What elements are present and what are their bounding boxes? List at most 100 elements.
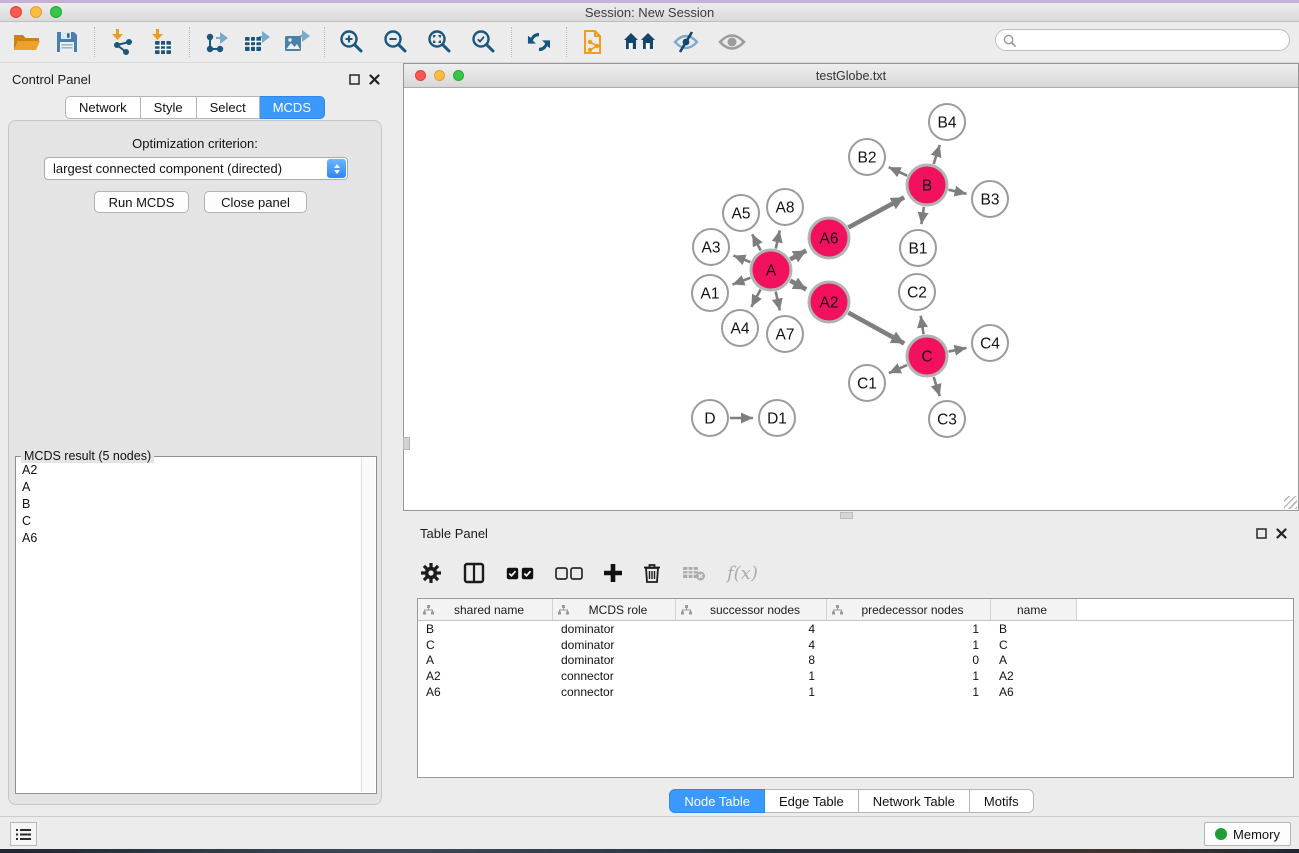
table-cell[interactable]: dominator <box>553 622 676 636</box>
table-cell[interactable]: connector <box>553 669 676 683</box>
table-cell[interactable]: dominator <box>553 638 676 652</box>
column-header-shared-name[interactable]: shared name <box>418 599 553 620</box>
tab-network-table[interactable]: Network Table <box>859 789 970 813</box>
table-cell[interactable]: B <box>418 622 553 636</box>
graph-edge-C-C1[interactable] <box>889 365 907 373</box>
task-history-button[interactable] <box>10 822 37 846</box>
graph-edge-B-B1[interactable] <box>921 207 923 224</box>
zoom-fit-button[interactable] <box>423 26 457 58</box>
graph-node-A1[interactable]: A1 <box>692 275 728 311</box>
mcds-result-item[interactable]: A2 <box>16 461 360 478</box>
resize-grip[interactable] <box>1284 496 1297 509</box>
graph-node-B4[interactable]: B4 <box>929 104 965 140</box>
table-cell[interactable]: 1 <box>827 669 991 683</box>
select-all-button[interactable] <box>506 567 534 580</box>
save-session-button[interactable] <box>50 26 84 58</box>
add-row-button[interactable] <box>604 564 622 582</box>
table-cell[interactable]: 4 <box>676 622 827 636</box>
open-session-button[interactable] <box>10 26 44 58</box>
table-cell[interactable]: A6 <box>418 685 553 699</box>
table-row[interactable]: A6connector11A6 <box>418 684 1293 700</box>
search-input[interactable] <box>995 29 1290 51</box>
table-cell[interactable]: 1 <box>827 622 991 636</box>
column-header-successor-nodes[interactable]: successor nodes <box>676 599 827 620</box>
graph-node-C2[interactable]: C2 <box>899 274 935 310</box>
graph-edge-A-A6[interactable] <box>790 251 806 260</box>
table-cell[interactable]: A <box>991 653 1077 667</box>
table-cell[interactable]: C <box>991 638 1077 652</box>
tab-style[interactable]: Style <box>141 96 197 119</box>
mcds-result-item[interactable]: C <box>16 512 360 529</box>
table-cell[interactable]: 0 <box>827 653 991 667</box>
memory-button[interactable]: Memory <box>1204 822 1291 846</box>
refresh-button[interactable] <box>522 26 556 58</box>
graph-edge-A2-C[interactable] <box>848 313 904 344</box>
close-window-button[interactable] <box>10 6 22 18</box>
column-header-predecessor-nodes[interactable]: predecessor nodes <box>827 599 991 620</box>
table-cell[interactable]: 8 <box>676 653 827 667</box>
export-table-button[interactable] <box>240 26 274 58</box>
graph-edge-B-B2[interactable] <box>889 167 907 176</box>
close-panel-icon[interactable] <box>1276 528 1287 539</box>
table-cell[interactable]: A <box>418 653 553 667</box>
table-row[interactable]: A2connector11A2 <box>418 668 1293 684</box>
table-row[interactable]: Adominator80A <box>418 652 1293 668</box>
table-cell[interactable]: A2 <box>418 669 553 683</box>
splitter-handle-left[interactable] <box>403 437 410 450</box>
deselect-all-button[interactable] <box>555 567 583 580</box>
zoom-network-button[interactable] <box>453 70 464 81</box>
scrollbar-track[interactable] <box>361 458 375 792</box>
tab-network[interactable]: Network <box>65 96 141 119</box>
float-panel-icon[interactable] <box>349 74 360 85</box>
table-cell[interactable]: C <box>418 638 553 652</box>
mcds-result-item[interactable]: A6 <box>16 529 360 546</box>
home-button[interactable] <box>623 26 657 58</box>
graph-node-B[interactable]: B <box>907 165 947 205</box>
graph-edge-B-B3[interactable] <box>948 190 966 194</box>
show-graphics-details-button[interactable] <box>715 26 749 58</box>
column-header-name[interactable]: name <box>991 599 1077 620</box>
close-panel-icon[interactable] <box>369 74 380 85</box>
mcds-result-item[interactable]: B <box>16 495 360 512</box>
table-cell[interactable]: connector <box>553 685 676 699</box>
graph-node-C4[interactable]: C4 <box>972 325 1008 361</box>
graph-node-B1[interactable]: B1 <box>900 230 936 266</box>
zoom-in-button[interactable] <box>335 26 369 58</box>
table-cell[interactable]: 1 <box>827 638 991 652</box>
tab-mcds[interactable]: MCDS <box>260 96 325 119</box>
zoom-out-button[interactable] <box>379 26 413 58</box>
new-network-from-selection-button[interactable] <box>577 26 611 58</box>
run-mcds-button[interactable]: Run MCDS <box>94 191 189 213</box>
search-text-field[interactable] <box>1021 33 1289 47</box>
graph-node-D[interactable]: D <box>692 400 728 436</box>
graph-node-A6[interactable]: A6 <box>809 218 849 258</box>
graph-node-A7[interactable]: A7 <box>767 316 803 352</box>
graph-node-A5[interactable]: A5 <box>723 195 759 231</box>
show-columns-button[interactable] <box>463 562 485 584</box>
minimize-window-button[interactable] <box>30 6 42 18</box>
delete-row-button[interactable] <box>643 563 661 583</box>
close-panel-button[interactable]: Close panel <box>204 191 307 213</box>
graph-node-C[interactable]: C <box>907 336 947 376</box>
graph-node-A2[interactable]: A2 <box>809 282 849 322</box>
splitter-handle-bottom[interactable] <box>840 512 853 519</box>
tab-select[interactable]: Select <box>197 96 260 119</box>
export-image-button[interactable] <box>280 26 314 58</box>
graph-edge-C-C2[interactable] <box>921 316 924 335</box>
float-panel-icon[interactable] <box>1256 528 1267 539</box>
graph-edge-A-A2[interactable] <box>790 281 806 290</box>
graph-edge-A-A1[interactable] <box>732 278 750 285</box>
minimize-network-button[interactable] <box>434 70 445 81</box>
table-cell[interactable]: dominator <box>553 653 676 667</box>
table-cell[interactable]: B <box>991 622 1077 636</box>
graph-edge-A6-B[interactable] <box>848 197 904 227</box>
zoom-window-button[interactable] <box>50 6 62 18</box>
graph-node-A4[interactable]: A4 <box>722 310 758 346</box>
delete-table-button[interactable] <box>682 565 706 581</box>
table-cell[interactable]: A6 <box>991 685 1077 699</box>
tab-motifs[interactable]: Motifs <box>970 789 1034 813</box>
table-cell[interactable]: 4 <box>676 638 827 652</box>
mcds-result-list[interactable]: A2ABCA6 <box>16 461 360 793</box>
network-window-titlebar[interactable]: testGlobe.txt <box>404 64 1298 88</box>
zoom-selected-button[interactable] <box>467 26 501 58</box>
